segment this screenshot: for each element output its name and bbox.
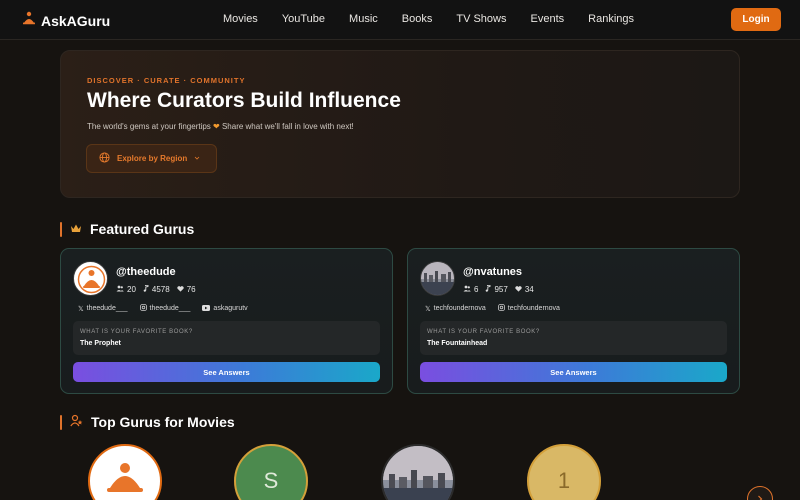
guru-stats: 20 4578 76	[116, 284, 196, 294]
guru-logo-icon	[22, 11, 36, 30]
followers-stat: 20	[116, 285, 136, 294]
hero-subtitle: The world's gems at your fingertips ❤ Sh…	[87, 122, 354, 131]
followers-stat: 6	[463, 285, 478, 294]
nav-link-youtube[interactable]: YouTube	[282, 13, 325, 25]
avatar[interactable]	[73, 261, 108, 296]
music-note-icon	[143, 284, 149, 294]
instagram-link[interactable]: techfoundernova	[497, 304, 560, 313]
section-accent-bar	[60, 414, 62, 430]
see-answers-button[interactable]: See Answers	[420, 362, 727, 382]
login-button[interactable]: Login	[731, 8, 781, 31]
social-links: 𝕏theedude___ theedude___ askagurutv	[78, 304, 248, 313]
hero-eyebrow: DISCOVER · CURATE · COMMUNITY	[87, 76, 246, 85]
heart-icon: ❤	[213, 122, 220, 131]
nav-link-movies[interactable]: Movies	[223, 13, 258, 25]
favorite-question-box: WHAT IS YOUR FAVORITE BOOK? The Fountain…	[420, 321, 727, 355]
instagram-link[interactable]: theedude___	[139, 304, 191, 313]
users-icon	[116, 285, 124, 294]
avatar-letter: S	[263, 468, 279, 493]
youtube-link[interactable]: askagurutv	[202, 304, 248, 313]
section-accent-bar	[60, 221, 62, 237]
x-link[interactable]: 𝕏techfoundernova	[425, 304, 486, 313]
heart-icon	[177, 285, 184, 294]
nav-link-rankings[interactable]: Rankings	[588, 13, 634, 25]
globe-icon	[99, 152, 110, 165]
logo[interactable]: AskAGuru	[22, 11, 110, 30]
hero-banner: DISCOVER · CURATE · COMMUNITY Where Cura…	[60, 50, 740, 198]
instagram-icon	[497, 304, 505, 313]
instagram-handle: theedude___	[149, 305, 191, 312]
chevron-right-icon	[756, 490, 764, 500]
instagram-handle: techfoundernova	[507, 305, 560, 312]
question-answer: The Prophet	[80, 340, 121, 347]
featured-gurus-title: Featured Gurus	[90, 221, 195, 237]
items-count: 957	[494, 285, 508, 294]
likes-count: 34	[524, 285, 534, 294]
users-icon	[463, 285, 471, 294]
app-name: AskAGuru	[41, 12, 111, 29]
guru-stats: 6 957 34	[463, 284, 534, 294]
top-gurus-heading: Top Gurus for Movies	[60, 414, 235, 430]
nav-link-tv-shows[interactable]: TV Shows	[456, 13, 506, 25]
followers-count: 6	[474, 285, 479, 294]
social-links: 𝕏techfoundernova techfoundernova	[425, 304, 560, 313]
likes-stat: 76	[177, 285, 196, 294]
top-guru-avatar[interactable]: 1	[527, 444, 601, 500]
chevron-down-icon	[194, 154, 200, 163]
favorite-question-box: WHAT IS YOUR FAVORITE BOOK? The Prophet	[73, 321, 380, 355]
likes-stat: 34	[515, 285, 534, 294]
youtube-handle: askagurutv	[213, 305, 248, 312]
avatar[interactable]	[420, 261, 455, 296]
guru-card: @nvatunes 6 957 34 𝕏techfoundernova tech…	[407, 248, 740, 394]
question-label: WHAT IS YOUR FAVORITE BOOK?	[80, 329, 193, 335]
top-guru-avatar[interactable]: S	[234, 444, 308, 500]
items-stat: 957	[485, 284, 508, 294]
music-note-icon	[485, 284, 491, 294]
hero-subtitle-end: Share what we'll fall in love with next!	[219, 122, 354, 131]
followers-count: 20	[127, 285, 136, 294]
explore-by-region-button[interactable]: Explore by Region	[86, 144, 217, 173]
youtube-icon	[202, 304, 211, 313]
top-navbar: AskAGuru Movies YouTube Music Books TV S…	[0, 0, 800, 40]
user-star-icon	[70, 414, 83, 430]
explore-label: Explore by Region	[117, 154, 188, 163]
instagram-icon	[139, 304, 147, 313]
heart-icon	[515, 285, 522, 294]
featured-gurus-heading: Featured Gurus	[60, 221, 194, 237]
top-guru-avatar[interactable]	[88, 444, 162, 500]
likes-count: 76	[186, 285, 196, 294]
guru-card: @theedude 20 4578 76 𝕏theedude___ theedu…	[60, 248, 393, 394]
guru-handle[interactable]: @theedude	[116, 266, 176, 278]
x-icon: 𝕏	[425, 305, 431, 313]
items-count: 4578	[151, 285, 170, 294]
crown-icon	[70, 221, 82, 237]
x-link[interactable]: 𝕏theedude___	[78, 304, 128, 313]
guru-handle[interactable]: @nvatunes	[463, 266, 522, 278]
x-handle: theedude___	[86, 305, 128, 312]
nav-links: Movies YouTube Music Books TV Shows Even…	[223, 13, 634, 25]
nav-link-music[interactable]: Music	[349, 13, 378, 25]
avatar-letter: 1	[557, 468, 571, 493]
top-gurus-title: Top Gurus for Movies	[91, 414, 235, 430]
question-label: WHAT IS YOUR FAVORITE BOOK?	[427, 329, 540, 335]
x-icon: 𝕏	[78, 305, 84, 313]
nav-link-books[interactable]: Books	[402, 13, 433, 25]
top-guru-avatar[interactable]	[381, 444, 455, 500]
hero-title: Where Curators Build Influence	[87, 89, 401, 112]
question-answer: The Fountainhead	[427, 340, 488, 347]
carousel-next-button[interactable]	[747, 486, 773, 500]
nav-link-events[interactable]: Events	[531, 13, 565, 25]
x-handle: techfoundernova	[433, 305, 486, 312]
items-stat: 4578	[143, 284, 170, 294]
see-answers-button[interactable]: See Answers	[73, 362, 380, 382]
hero-subtitle-start: The world's gems at your fingertips	[87, 122, 214, 131]
